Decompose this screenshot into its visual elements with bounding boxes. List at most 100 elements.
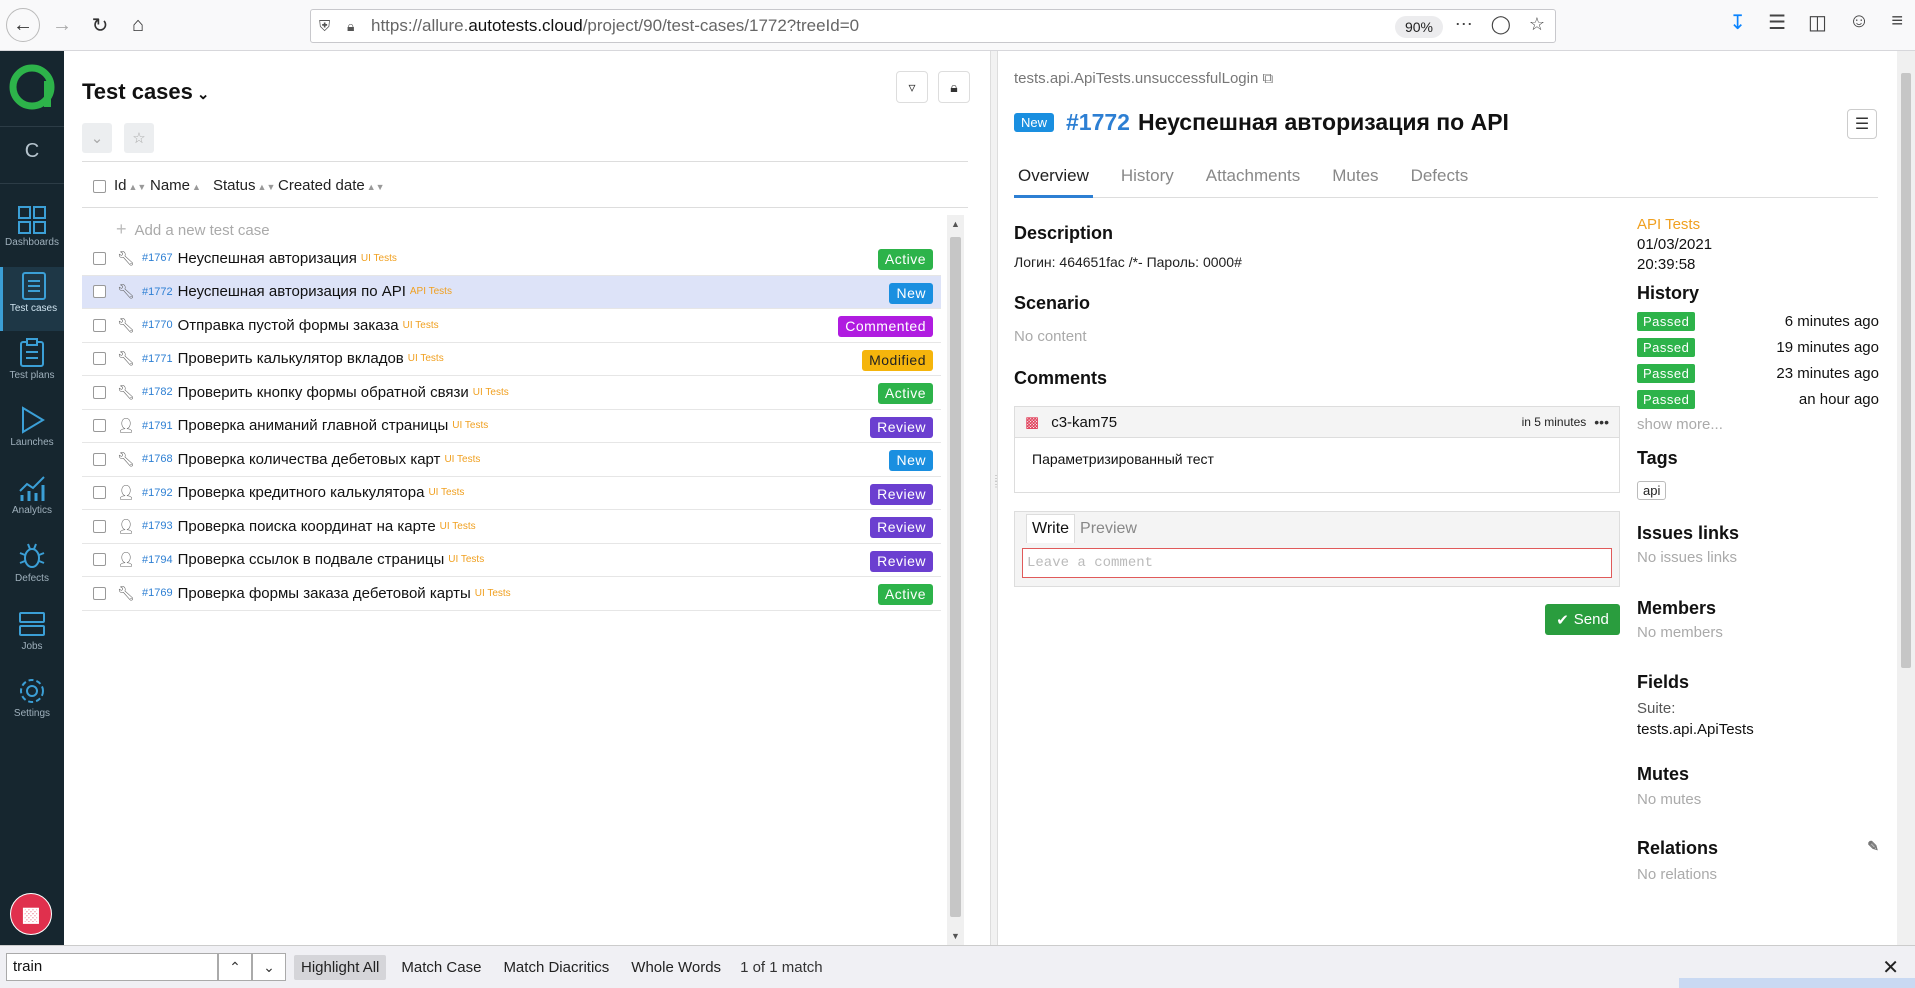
home-button[interactable]: ⌂ (122, 9, 154, 41)
download-icon[interactable]: ↧ (1729, 10, 1746, 35)
tab-attachments[interactable]: Attachments (1202, 166, 1305, 198)
forward-button[interactable]: → (46, 9, 78, 41)
table-row[interactable]: 🔧︎ #1771 Проверить калькулятор вкладов UI T… (82, 343, 941, 376)
match-case-toggle[interactable]: Match Case (394, 955, 488, 980)
scroll-thumb[interactable] (950, 237, 961, 917)
scroll-thumb[interactable] (1901, 73, 1911, 668)
table-row[interactable]: 🔧︎ #1768 Проверка количества дебетовых кар… (82, 443, 941, 477)
column-header-created[interactable]: Created date ▲▼ (278, 177, 385, 194)
test-case-id: #1772 (1066, 109, 1130, 135)
table-row[interactable]: 👤︎ #1793 Проверка поиска координат на карт… (82, 510, 941, 544)
table-row[interactable]: 👤︎ #1791 Проверка аниманий главной страниц… (82, 410, 941, 443)
expand-button[interactable]: ⌄ (82, 123, 112, 153)
hamburger-menu-icon[interactable]: ≡ (1891, 10, 1903, 35)
tag-chip[interactable]: api (1637, 481, 1667, 500)
row-checkbox[interactable] (93, 251, 106, 265)
find-next-button[interactable]: ⌄ (252, 953, 286, 981)
column-header-id[interactable]: Id ▲▼ (114, 177, 146, 194)
suite-link[interactable]: API Tests (1637, 216, 1700, 233)
match-diacritics-toggle[interactable]: Match Diacritics (496, 955, 616, 980)
sidebar-item-analytics[interactable]: Analytics (0, 469, 64, 533)
account-icon[interactable]: ☺ (1849, 10, 1869, 35)
pencil-icon[interactable]: ✎ (1867, 838, 1879, 855)
sidebar-item-test-cases[interactable]: Test cases (0, 267, 64, 331)
table-row[interactable]: 🔧︎ #1770 Отправка пустой формы заказа UI Te… (82, 309, 941, 343)
table-row[interactable]: 🔧︎ #1767 Неуспешная авторизация UI Tests Act… (82, 242, 941, 276)
zoom-level[interactable]: 90% (1394, 16, 1443, 38)
history-row[interactable]: Passed 23 minutes ago (1637, 360, 1879, 386)
add-test-case-input[interactable]: + Add a new test case (116, 219, 270, 240)
sidebar-item-dashboards[interactable]: Dashboards (0, 201, 64, 265)
sidebar-item-settings[interactable]: Settings (0, 672, 64, 736)
table-row[interactable]: 👤︎ #1792 Проверка кредитного калькулятора U… (82, 477, 941, 510)
row-checkbox[interactable] (93, 486, 106, 500)
favorite-button[interactable]: ☆ (124, 123, 154, 153)
find-previous-button[interactable]: ⌃ (218, 953, 252, 981)
tab-write[interactable]: Write (1026, 514, 1076, 543)
allure-logo[interactable] (6, 61, 58, 113)
column-header-name[interactable]: Name ▲ (150, 177, 201, 194)
list-scrollbar[interactable]: ▲ ▼ (947, 215, 964, 945)
sidebar-collapse-label[interactable]: C (0, 140, 64, 163)
sidebar-item-jobs[interactable]: Jobs (0, 605, 64, 669)
history-row[interactable]: Passed an hour ago (1637, 386, 1879, 412)
table-row[interactable]: 👤︎ #1794 Проверка ссылок в подвале страниц… (82, 544, 941, 577)
url-bar[interactable]: ⛨ 🔒︎ https://allure.autotests.cloud/proj… (310, 9, 1556, 43)
detail-scrollbar[interactable] (1897, 51, 1915, 945)
tab-history[interactable]: History (1117, 166, 1178, 198)
table-row[interactable]: 🔧︎ #1782 Проверить кнопку формы обратной с… (82, 376, 941, 410)
copy-icon[interactable]: ⧉ (1262, 70, 1273, 87)
close-icon[interactable]: ✕ (1882, 955, 1899, 980)
library-icon[interactable]: ☰ (1768, 10, 1786, 35)
send-button[interactable]: ✔ Send (1545, 604, 1620, 635)
sidebar-item-label: Test plans (9, 370, 55, 381)
sidebar-item-defects[interactable]: Defects (0, 537, 64, 601)
shield-icon[interactable]: ⛨ (319, 18, 347, 35)
scroll-down-icon[interactable]: ▼ (947, 931, 964, 941)
sidebar-item-launches[interactable]: Launches (0, 401, 64, 465)
row-checkbox[interactable] (93, 318, 106, 332)
whole-words-toggle[interactable]: Whole Words (624, 955, 728, 980)
filter-button[interactable]: ▿ (896, 71, 928, 103)
sidebar-item-test-plans[interactable]: Test plans (0, 334, 64, 398)
bookmark-star-icon[interactable]: ☆ (1529, 14, 1545, 35)
panel-splitter[interactable]: ⋮ ⋮ (990, 51, 1000, 945)
tab-defects[interactable]: Defects (1407, 166, 1473, 198)
row-checkbox[interactable] (93, 452, 106, 466)
comment-input[interactable]: Leave a comment (1022, 548, 1612, 578)
tab-preview[interactable]: Preview (1075, 515, 1142, 543)
more-icon[interactable]: ••• (1594, 414, 1609, 430)
page-title[interactable]: Test cases ⌄ (82, 79, 209, 105)
back-button[interactable]: ← (6, 8, 40, 42)
show-more-link[interactable]: show more... (1637, 416, 1723, 433)
row-checkbox[interactable] (93, 519, 106, 533)
chevron-down-icon[interactable]: ⌄ (197, 86, 210, 103)
pocket-icon[interactable]: ◯ (1491, 14, 1511, 35)
row-checkbox[interactable] (93, 385, 106, 399)
select-all-checkbox[interactable] (93, 180, 106, 193)
row-checkbox[interactable] (93, 586, 106, 600)
status-badge[interactable]: New (1014, 113, 1055, 132)
avatar[interactable]: ▩ (8, 891, 54, 937)
more-actions-icon[interactable]: ⋯ (1455, 14, 1473, 35)
reload-button[interactable]: ↻ (84, 9, 116, 41)
history-row[interactable]: Passed 19 minutes ago (1637, 334, 1879, 360)
row-checkbox[interactable] (93, 285, 106, 299)
lock-icon[interactable]: 🔒︎ (347, 18, 371, 35)
history-row[interactable]: Passed 6 minutes ago (1637, 308, 1879, 334)
row-checkbox[interactable] (93, 419, 106, 433)
table-row[interactable]: 🔧︎ #1769 Проверка формы заказа дебетовой к… (82, 577, 941, 611)
tab-overview[interactable]: Overview (1014, 166, 1093, 198)
find-input[interactable]: train (6, 953, 218, 981)
table-row[interactable]: 🔧︎ #1772 Неуспешная авторизация по API API … (82, 275, 941, 309)
scroll-up-icon[interactable]: ▲ (947, 219, 964, 229)
sidebar-toggle-icon[interactable]: ◫ (1808, 10, 1827, 35)
detail-menu-button[interactable]: ☰ (1847, 109, 1877, 139)
tab-mutes[interactable]: Mutes (1328, 166, 1382, 198)
comment-author[interactable]: c3-kam75 (1051, 414, 1117, 431)
highlight-all-toggle[interactable]: Highlight All (294, 954, 387, 980)
row-checkbox[interactable] (93, 553, 106, 567)
lock-button[interactable]: 🔒︎ (938, 71, 970, 103)
column-header-status[interactable]: Status ▲▼ (213, 177, 275, 194)
row-checkbox[interactable] (93, 352, 106, 366)
